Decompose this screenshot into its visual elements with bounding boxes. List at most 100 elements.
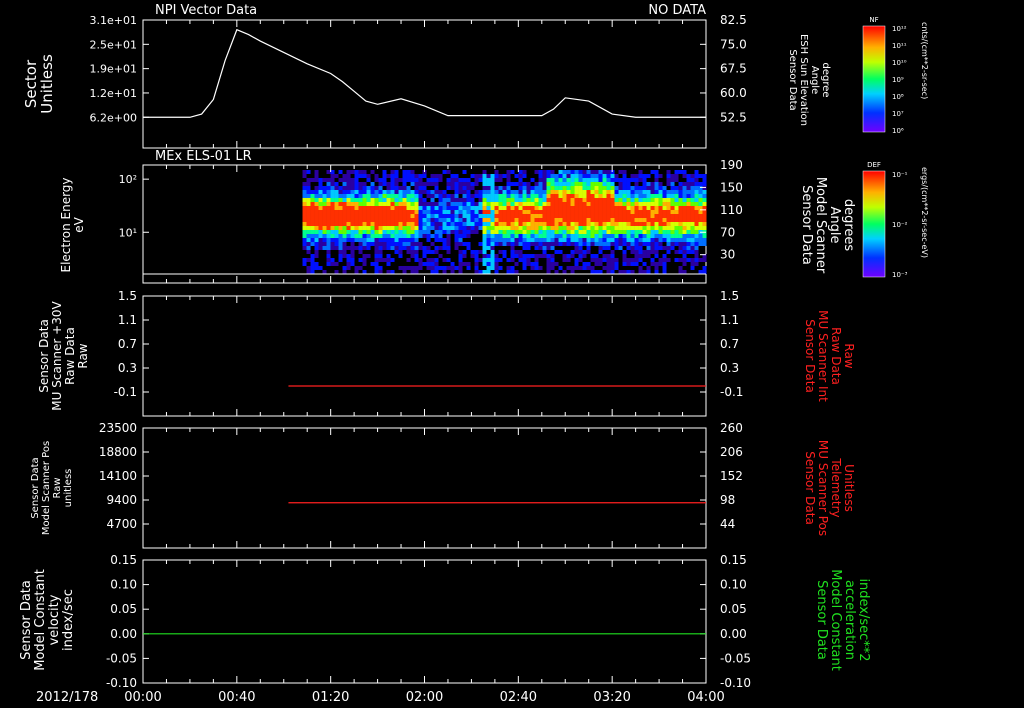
- spectrogram-cell: [442, 238, 447, 242]
- panel-4-y2label-line-1: Sensor Data: [803, 451, 817, 525]
- y2-tick-label: 98: [720, 493, 735, 507]
- spectrogram-cell: [494, 242, 499, 246]
- spectrogram-cell: [394, 222, 399, 226]
- spectrogram-cell: [678, 234, 683, 238]
- spectrogram-cell: [446, 210, 451, 214]
- spectrogram-cell: [490, 246, 495, 250]
- spectrogram-cell: [634, 178, 639, 182]
- spectrogram-cell: [522, 258, 527, 262]
- spectrogram-cell: [318, 186, 323, 190]
- spectrogram-cell: [654, 270, 659, 274]
- spectrogram-cell: [654, 266, 659, 270]
- spectrogram-cell: [702, 242, 707, 246]
- spectrogram-cell: [366, 242, 371, 246]
- spectrogram-cell: [450, 262, 455, 266]
- spectrogram-cell: [494, 210, 499, 214]
- spectrogram-cell: [574, 210, 579, 214]
- spectrogram-cell: [590, 222, 595, 226]
- spectrogram-cell: [350, 262, 355, 266]
- spectrogram-cell: [486, 206, 491, 210]
- spectrogram-cell: [670, 246, 675, 250]
- spectrogram-cell: [402, 174, 407, 178]
- spectrogram-cell: [458, 262, 463, 266]
- spectrogram-cell: [394, 218, 399, 222]
- spectrogram-cell: [406, 226, 411, 230]
- spectrogram-cell: [462, 230, 467, 234]
- spectrogram-cell: [502, 190, 507, 194]
- spectrogram-cell: [466, 190, 471, 194]
- spectrogram-cell: [510, 210, 515, 214]
- spectrogram-cell: [450, 266, 455, 270]
- spectrogram-cell: [670, 234, 675, 238]
- spectrogram-cell: [642, 222, 647, 226]
- spectrogram-cell: [566, 266, 571, 270]
- spectrogram-cell: [542, 198, 547, 202]
- spectrogram-cell: [514, 262, 519, 266]
- spectrogram-cell: [370, 190, 375, 194]
- spectrogram-cell: [678, 182, 683, 186]
- spectrogram-cell: [642, 262, 647, 266]
- spectrogram-cell: [634, 222, 639, 226]
- spectrogram-cell: [662, 206, 667, 210]
- spectrogram-cell: [310, 214, 315, 218]
- spectrogram-cell: [370, 230, 375, 234]
- spectrogram-cell: [610, 206, 615, 210]
- spectrogram-cell: [502, 202, 507, 206]
- spectrogram-cell: [582, 194, 587, 198]
- spectrogram-cell: [362, 270, 367, 274]
- spectrogram-cell: [302, 214, 307, 218]
- spectrogram-cell: [458, 250, 463, 254]
- spectrogram-cell: [634, 210, 639, 214]
- spectrogram-cell: [438, 174, 443, 178]
- spectrogram-cell: [506, 234, 511, 238]
- spectrogram-cell: [358, 210, 363, 214]
- spectrogram-cell: [522, 194, 527, 198]
- panel-5-y2label-line-2: Model Constant: [828, 569, 843, 671]
- spectrogram-cell: [346, 218, 351, 222]
- spectrogram-cell: [638, 170, 643, 174]
- spectrogram-cell: [630, 246, 635, 250]
- spectrogram-cell: [394, 210, 399, 214]
- spectrogram-cell: [514, 202, 519, 206]
- spectrogram-cell: [538, 174, 543, 178]
- spectrogram-cell: [554, 186, 559, 190]
- panel-1-y2label-line-4: degree: [820, 62, 831, 97]
- spectrogram-cell: [454, 230, 459, 234]
- spectrogram-cell: [702, 226, 707, 230]
- spectrogram-cell: [446, 202, 451, 206]
- spectrogram-cell: [614, 210, 619, 214]
- spectrogram-cell: [334, 182, 339, 186]
- spectrogram-cell: [594, 230, 599, 234]
- spectrogram-cell: [470, 214, 475, 218]
- spectrogram-cell: [366, 210, 371, 214]
- spectrogram-cell: [554, 214, 559, 218]
- spectrogram-cell: [594, 186, 599, 190]
- spectrogram-cell: [342, 202, 347, 206]
- spectrogram-cell: [678, 170, 683, 174]
- spectrogram-cell: [526, 218, 531, 222]
- spectrogram-cell: [690, 182, 695, 186]
- spectrogram-cell: [330, 182, 335, 186]
- spectrogram-cell: [686, 186, 691, 190]
- spectrogram-cell: [438, 254, 443, 258]
- spectrogram-cell: [662, 214, 667, 218]
- spectrogram-cell: [638, 246, 643, 250]
- spectrogram-cell: [562, 230, 567, 234]
- spectrogram-cell: [562, 190, 567, 194]
- spectrogram-cell: [670, 218, 675, 222]
- spectrogram-cell: [662, 270, 667, 274]
- spectrogram-cell: [694, 174, 699, 178]
- spectrogram-cell: [490, 174, 495, 178]
- spectrogram-cell: [310, 254, 315, 258]
- spectrogram-cell: [578, 218, 583, 222]
- spectrogram-cell: [334, 246, 339, 250]
- spectrogram-cell: [574, 214, 579, 218]
- spectrogram-cell: [638, 178, 643, 182]
- spectrogram-cell: [602, 178, 607, 182]
- spectrogram-cell: [658, 238, 663, 242]
- spectrogram-cell: [510, 254, 515, 258]
- spectrogram-cell: [502, 250, 507, 254]
- spectrogram-cell: [594, 182, 599, 186]
- spectrogram-cell: [578, 230, 583, 234]
- spectrogram-cell: [382, 174, 387, 178]
